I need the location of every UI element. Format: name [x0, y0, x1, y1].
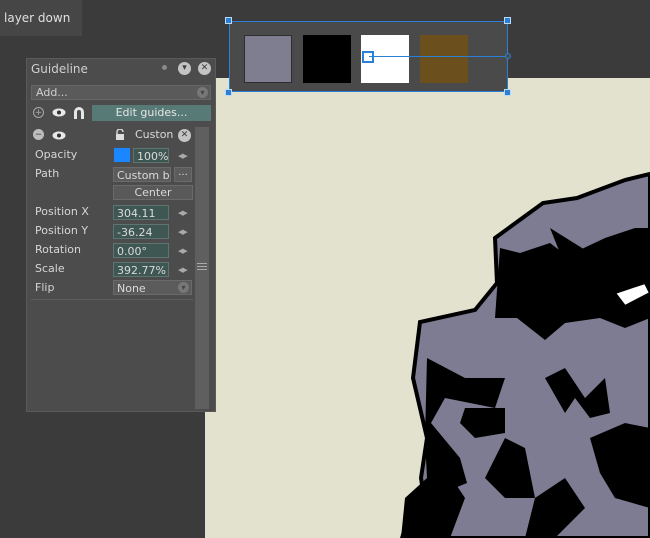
swatch-black[interactable] [303, 35, 351, 83]
lock-icon[interactable] [115, 129, 125, 140]
rotation-label: Rotation [35, 243, 82, 256]
selection-handle-bottom-right[interactable] [504, 89, 511, 96]
chevron-down-icon[interactable]: ▾ [178, 62, 191, 75]
chevron-down-icon: ▾ [178, 282, 189, 293]
panel-title: Guideline [31, 62, 88, 76]
swatch-gray[interactable] [244, 35, 292, 83]
edit-guides-button[interactable]: Edit guides... [92, 105, 211, 121]
path-field[interactable]: Custom b [113, 167, 171, 182]
guide-rotation-line [369, 56, 508, 57]
panel-header[interactable]: Guideline ▾ ✕ [27, 59, 215, 79]
flip-value: None [117, 282, 146, 295]
guideline-panel: Guideline ▾ ✕ Add... ▾ + Edit guides... … [26, 58, 216, 412]
selection-handle-top-left[interactable] [225, 17, 232, 24]
center-button[interactable]: Center [113, 185, 193, 200]
guide-rotation-handle[interactable] [505, 53, 511, 59]
scale-stepper-icon[interactable]: ◀▶ [178, 266, 190, 274]
chevron-down-icon: ▾ [197, 87, 208, 98]
add-guide-label: Add... [36, 86, 68, 99]
guide-toolbar: + Edit guides... [27, 103, 215, 123]
layer-down-button[interactable]: layer down [0, 0, 82, 36]
rotation-field[interactable]: 0.00° [113, 243, 169, 258]
swatch-brown[interactable] [420, 35, 468, 83]
flip-select[interactable]: None ▾ [113, 280, 192, 295]
scale-label: Scale [35, 262, 65, 275]
position-x-stepper-icon[interactable]: ◀▶ [178, 209, 190, 217]
guide-name[interactable]: Custon [135, 128, 173, 141]
plus-icon[interactable]: + [33, 107, 44, 118]
close-icon[interactable]: ✕ [178, 129, 191, 142]
eye-icon[interactable] [52, 108, 66, 117]
opacity-stepper-icon[interactable]: ◀▶ [178, 152, 190, 160]
scroll-grip-icon[interactable] [197, 263, 207, 271]
position-x-label: Position X [35, 205, 89, 218]
position-x-field[interactable]: 304.11 [113, 205, 169, 220]
position-y-label: Position Y [35, 224, 89, 237]
selection-handle-bottom-left[interactable] [225, 89, 232, 96]
position-y-stepper-icon[interactable]: ◀▶ [178, 228, 190, 236]
pin-icon[interactable] [162, 65, 167, 70]
selection-handle-top-right[interactable] [504, 17, 511, 24]
path-browse-button[interactable]: ... [174, 167, 192, 182]
flip-label: Flip [35, 281, 55, 294]
path-label: Path [35, 167, 60, 180]
add-guide-dropdown[interactable]: Add... ▾ [31, 85, 211, 100]
position-y-field[interactable]: -36.24 [113, 224, 169, 239]
opacity-color-swatch[interactable] [114, 148, 130, 162]
opacity-label: Opacity [35, 148, 78, 161]
character-artwork [400, 171, 650, 538]
rotation-stepper-icon[interactable]: ◀▶ [178, 247, 190, 255]
panel-divider [31, 299, 193, 300]
guide-center-handle[interactable] [362, 51, 374, 63]
artwork-canvas[interactable] [205, 78, 650, 538]
eye-icon[interactable] [52, 131, 66, 140]
opacity-field[interactable]: 100% [133, 148, 169, 163]
layer-down-label: layer down [4, 11, 71, 25]
scale-field[interactable]: 392.77% [113, 262, 169, 277]
close-icon[interactable]: ✕ [198, 62, 211, 75]
magnet-icon[interactable] [73, 107, 85, 119]
collapse-guide-icon[interactable]: − [33, 129, 44, 140]
